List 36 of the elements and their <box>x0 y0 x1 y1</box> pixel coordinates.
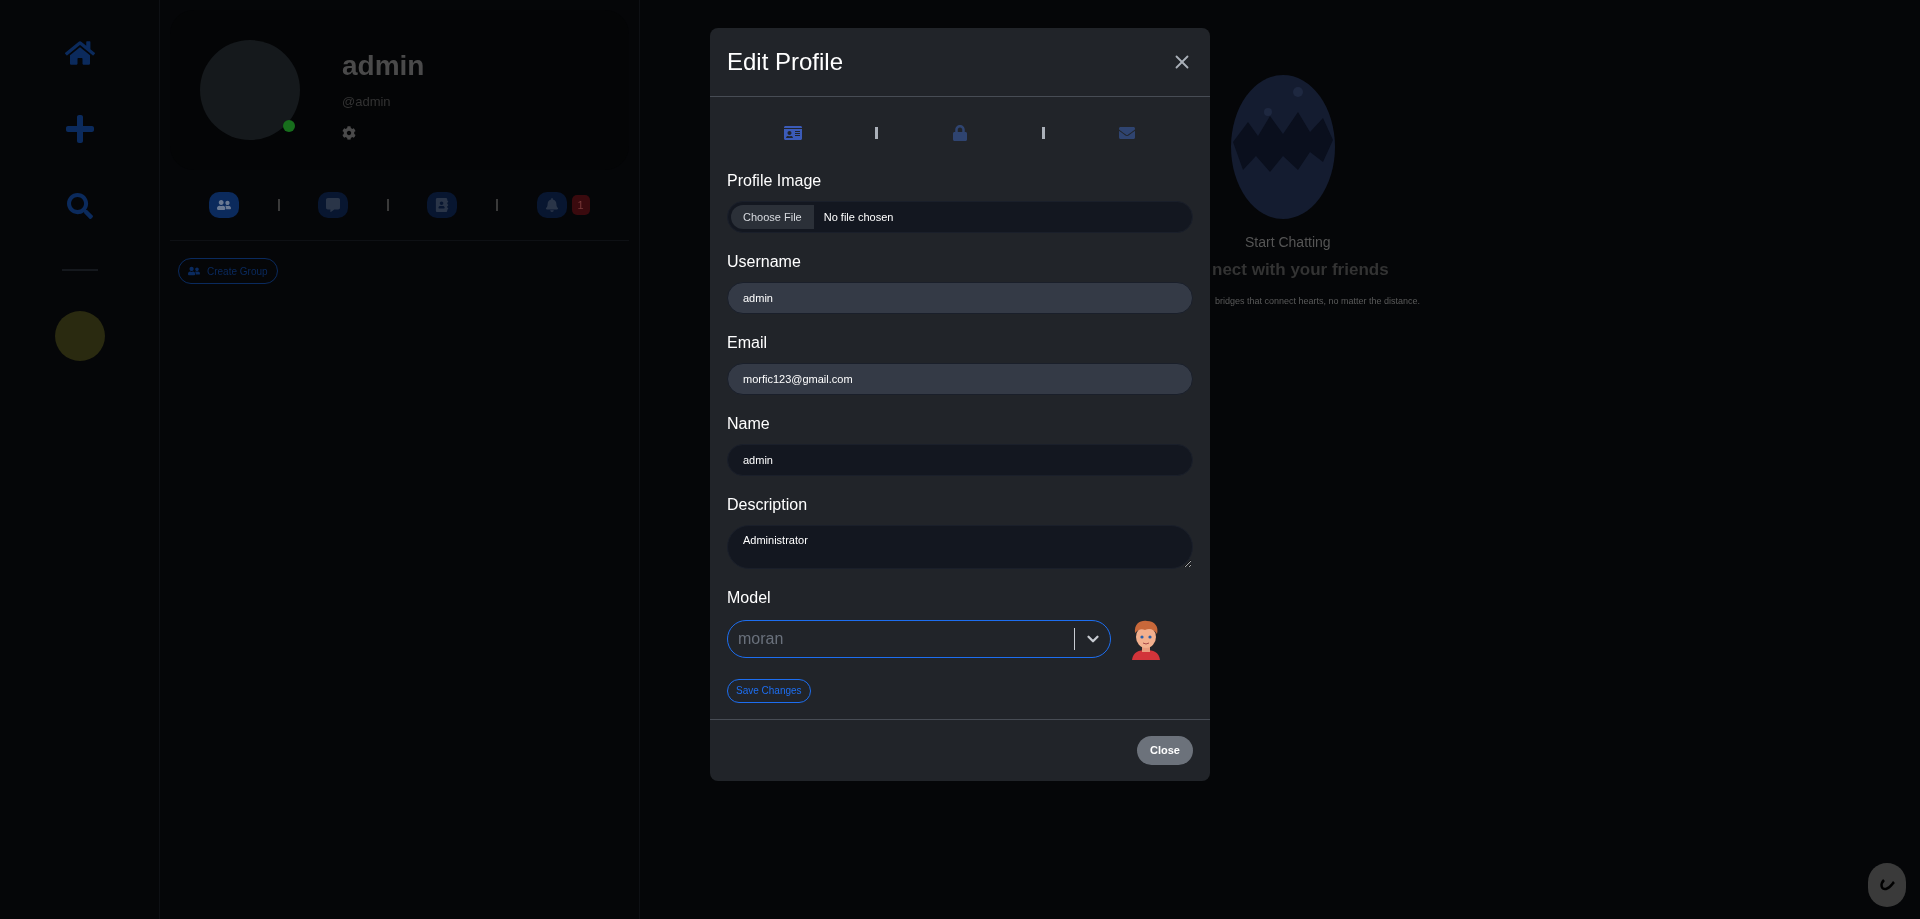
select-placeholder: moran <box>738 629 785 649</box>
profile-tab[interactable] <box>209 192 240 218</box>
file-input[interactable]: Choose File No file chosen <box>727 201 1193 233</box>
bell-icon <box>544 198 559 212</box>
modal-title: Edit Profile <box>727 47 844 77</box>
start-chatting-title: Start Chatting <box>1245 233 1331 252</box>
id-card-icon <box>784 125 803 141</box>
settings-icon[interactable] <box>342 125 356 140</box>
lock-icon <box>951 125 969 141</box>
profile-name: admin <box>342 52 425 80</box>
users-icon <box>217 198 232 212</box>
field-label: Name <box>727 414 770 434</box>
home-icon[interactable] <box>64 38 95 68</box>
avatar-placeholder[interactable] <box>54 311 105 361</box>
welcome-text: bridges that connect hearts, no matter the distance. <box>1215 295 1421 308</box>
chat-icon <box>326 198 341 212</box>
swirl-icon <box>1878 878 1896 892</box>
contact-book-icon <box>435 198 450 212</box>
users-icon <box>188 265 200 277</box>
file-status: No file chosen <box>823 209 894 225</box>
field-label: Description <box>727 495 808 515</box>
field-label: Email <box>727 333 767 353</box>
search-icon[interactable] <box>66 193 93 219</box>
modal-tab[interactable] <box>782 123 805 143</box>
choose-file-button[interactable]: Choose File <box>731 205 814 229</box>
field-label: Username <box>727 252 801 272</box>
field-label: Profile Image <box>727 171 822 191</box>
envelope-icon <box>1117 125 1136 141</box>
text-field[interactable]: admin <box>727 444 1193 476</box>
plus-icon[interactable] <box>63 113 96 145</box>
cartoon-avatar-icon <box>1129 618 1163 660</box>
notification-badge: 1 <box>571 195 590 215</box>
description-field[interactable]: Administrator <box>727 525 1193 569</box>
close-button[interactable]: Close <box>1137 735 1193 765</box>
field-label: Model <box>727 588 771 608</box>
help-button[interactable] <box>1868 863 1906 907</box>
